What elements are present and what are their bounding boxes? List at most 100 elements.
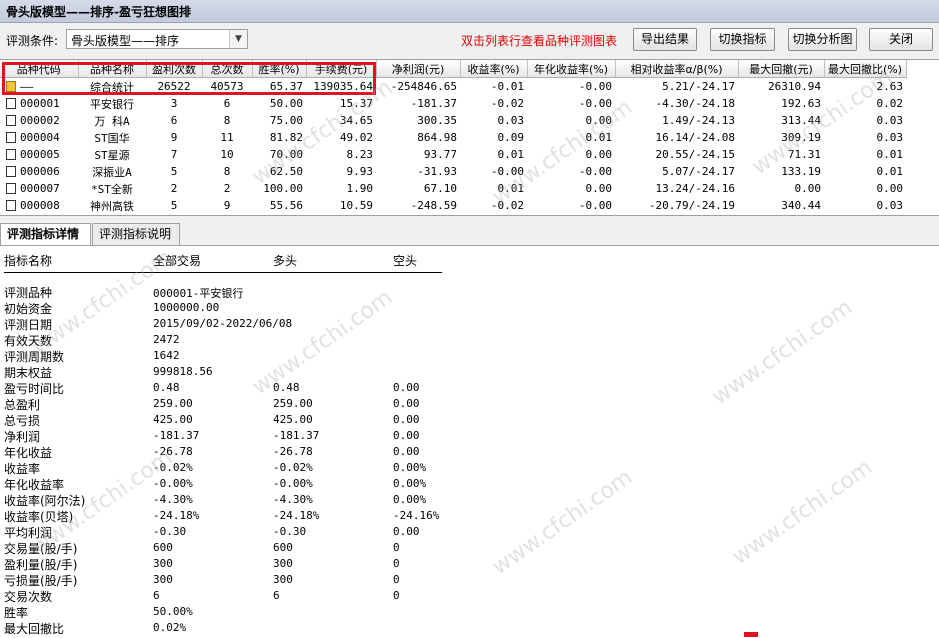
table-cell: 11 [220,131,234,144]
row-checkbox-icon[interactable] [6,200,16,211]
detail-metric-name: 有效天数 [4,334,53,348]
detail-row: 收益率(贝塔) -24.18% -24.18% -24.16% [0,508,600,524]
detail-metric-value: 0.48 [153,381,180,394]
row-checkbox-icon[interactable] [6,98,16,109]
table-cell: 0.00 [585,148,613,161]
table-cell: 70.00 [269,148,303,161]
column-header[interactable]: 最大回撤(元) [738,60,825,78]
table-cell: 15.37 [339,97,373,110]
detail-divider [4,272,442,273]
close-button[interactable]: 关闭 [869,28,933,51]
detail-metric-name: 盈亏时间比 [4,382,65,396]
detail-row: 交易次数 6 6 0 [0,588,600,604]
table-cell: 8.23 [346,148,374,161]
detail-header-short: 空头 [393,254,418,268]
tab-bar: 评测指标详情 评测指标说明 [0,223,939,246]
detail-metric-name: 收益率 [4,462,41,476]
highlight-box [2,62,376,95]
row-checkbox-icon[interactable] [6,166,16,177]
table-cell: -31.93 [417,165,457,178]
condition-select[interactable]: 骨头版模型——排序 ▼ [66,29,248,49]
table-cell: 340.44 [781,199,821,212]
detail-metric-value: -24.18% [273,509,320,522]
detail-metric-value: -24.18% [153,509,200,522]
row-checkbox-icon[interactable] [6,149,16,160]
export-button[interactable]: 导出结果 [633,28,697,51]
table-cell: 100.00 [263,182,303,195]
table-cell: 1.90 [346,182,374,195]
switch-indicator-button[interactable]: 切换指标 [710,28,775,51]
detail-row: 交易量(股/手) 600 600 0 [0,540,600,556]
detail-metric-value: 0 [393,573,400,586]
table-cell: 5.21/-24.17 [662,80,735,93]
table-cell: 平安银行 [90,97,134,111]
detail-metric-value: 000001-平安银行 [153,287,244,300]
table-cell: -0.00 [578,165,612,178]
detail-metric-value: -26.78 [273,445,313,458]
column-header[interactable]: 年化收益率(%) [527,60,616,78]
table-cell: 0.00 [876,182,904,195]
table-cell: 75.00 [269,114,303,127]
tab-explain[interactable]: 评测指标说明 [92,223,180,245]
column-header[interactable]: 净利润(元) [376,60,461,78]
detail-metric-value: 2472 [153,333,180,346]
table-cell: 0.00 [585,182,613,195]
table-cell: 49.02 [339,131,373,144]
table-cell: 000004 [0,129,78,146]
detail-metric-value: 0.00 [393,429,420,442]
table-cell: 0.01 [876,165,904,178]
cell-text: 000006 [20,165,60,178]
detail-metric-value: -26.78 [153,445,193,458]
detail-metric-value: 0.00 [393,525,420,538]
tab-detail[interactable]: 评测指标详情 [0,223,91,246]
table-row[interactable]: 000001 平安银行 3 6 50.00 15.37 -181.37 -0.02 -0.00 -… [0,95,906,112]
table-row[interactable]: 000005 ST星源 7 10 70.00 8.23 93.77 0.01 0.00 20.55… [0,146,906,163]
table-row[interactable]: 000002 万 科A 6 8 75.00 34.65 300.35 0.03 0.00 1.49… [0,112,906,129]
detail-metric-value: -0.00% [153,477,193,490]
table-cell: 5.07/-24.17 [662,165,735,178]
detail-metric-value: 0.00% [393,493,427,506]
detail-row: 初始资金 1000000.00 [0,300,600,316]
table-cell: 0.09 [497,131,525,144]
row-checkbox-icon[interactable] [6,132,16,143]
corner-mark [744,632,758,637]
detail-row: 评测日期 2015/09/02-2022/06/08 [0,316,600,332]
table-cell: -0.00 [578,80,612,93]
detail-metric-name: 收益率(贝塔) [4,510,74,524]
table-cell: 000002 [0,112,78,129]
column-header[interactable]: 收益率(%) [460,60,528,78]
detail-metric-value: 0.00 [393,413,420,426]
table-cell: 0.01 [497,182,525,195]
table-cell: -248.59 [410,199,457,212]
switch-analysis-button[interactable]: 切换分析图 [788,28,857,51]
detail-row: 平均利润 -0.30 -0.30 0.00 [0,524,600,540]
detail-header-long: 多头 [273,254,298,268]
detail-metric-value: 0.02% [153,621,187,634]
detail-metric-value: 1642 [153,349,180,362]
detail-metric-name: 年化收益率 [4,478,65,492]
cell-text: 000008 [20,199,60,212]
table-row[interactable]: 000006 深振业A 5 8 62.50 9.93 -31.93 -0.00 -0.00 5.0… [0,163,906,180]
detail-row: 盈利量(股/手) 300 300 0 [0,556,600,572]
detail-metric-name: 总亏损 [4,414,41,428]
column-header[interactable]: 最大回撤比(%) [824,60,907,78]
table-row[interactable]: 000007 *ST全新 2 2 100.00 1.90 67.10 0.01 0.00 13.2… [0,180,906,197]
table-cell: 0.03 [497,114,525,127]
cell-text: 000002 [20,114,60,127]
cell-text: 000007 [20,182,60,195]
table-cell: 1.49/-24.13 [662,114,735,127]
detail-metric-value: 300 [153,557,173,570]
row-checkbox-icon[interactable] [6,115,16,126]
column-header[interactable]: 相对收益率α/β(%) [615,60,739,78]
table-row[interactable]: 000004 ST国华 9 11 81.82 49.02 864.98 0.09 0.01 16.… [0,129,906,146]
detail-row: 有效天数 2472 [0,332,600,348]
window-title: 骨头版模型——排序-盈亏狂想图排 [6,5,191,19]
row-checkbox-icon[interactable] [6,183,16,194]
table-row[interactable]: 000008 神州高铁 5 9 55.56 10.59 -248.59 -0.02 -0.00 -… [0,197,906,214]
detail-metric-value: 2015/09/02-2022/06/08 [153,317,293,330]
chevron-down-icon[interactable]: ▼ [229,30,247,48]
detail-metric-value: 259.00 [273,397,313,410]
table-cell: 26310.94 [768,80,821,93]
detail-metric-name: 胜率 [4,606,29,620]
detail-metric-value: 6 [273,589,280,602]
